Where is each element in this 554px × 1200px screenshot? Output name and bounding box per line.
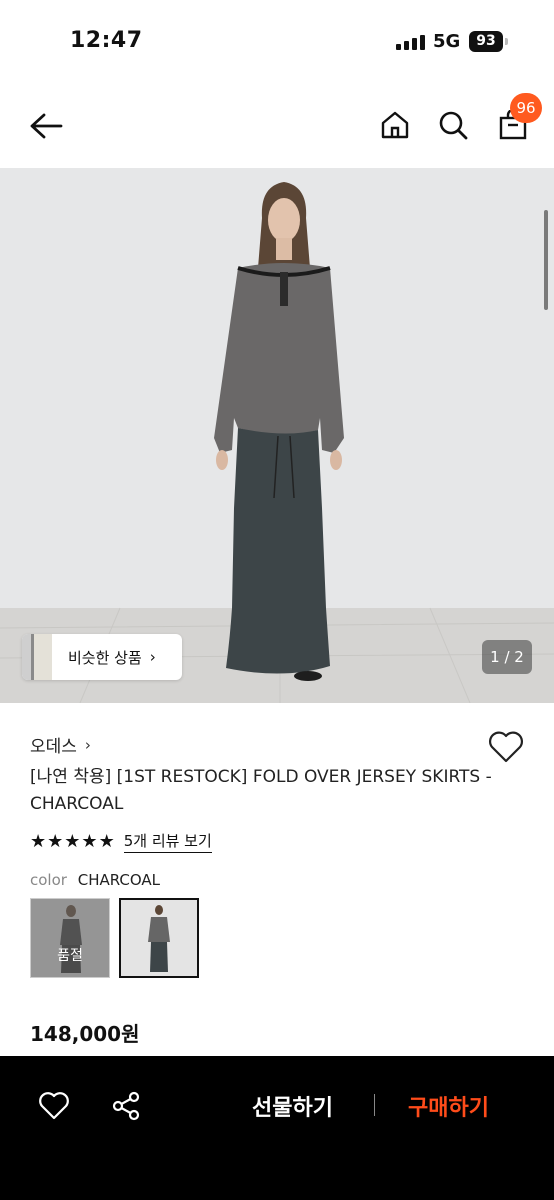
wishlist-bottom-button[interactable] bbox=[38, 1090, 70, 1122]
share-button[interactable] bbox=[110, 1090, 142, 1122]
gift-button[interactable]: 선물하기 bbox=[252, 1090, 333, 1122]
star-icon: ★ bbox=[30, 831, 47, 852]
scroll-indicator[interactable] bbox=[544, 210, 548, 310]
rating-stars: ★ ★ ★ ★ ★ bbox=[30, 831, 116, 852]
wishlist-button[interactable] bbox=[487, 729, 525, 765]
network-type: 5G bbox=[433, 31, 461, 52]
heart-icon bbox=[489, 731, 523, 763]
cart-count-badge: 96 bbox=[510, 93, 542, 123]
chevron-right-icon: › bbox=[84, 735, 91, 754]
review-link[interactable]: 5개 리뷰 보기 bbox=[123, 830, 212, 853]
rating-row: ★ ★ ★ ★ ★ 5개 리뷰 보기 bbox=[30, 830, 212, 853]
star-icon: ★ bbox=[64, 831, 81, 852]
brand-link[interactable]: 오데스 › bbox=[30, 732, 91, 758]
bottom-action-bar: 선물하기 구매하기 bbox=[0, 1056, 554, 1200]
color-value: CHARCOAL bbox=[77, 871, 161, 889]
image-page-indicator: 1 / 2 bbox=[482, 640, 532, 674]
similar-products-button[interactable]: 비슷한 상품 › bbox=[22, 634, 182, 680]
buy-button[interactable]: 구매하기 bbox=[408, 1090, 489, 1122]
battery-tip bbox=[505, 38, 508, 45]
star-icon: ★ bbox=[47, 831, 64, 852]
heart-icon bbox=[39, 1092, 69, 1120]
color-swatch-soldout[interactable]: 품절 bbox=[30, 898, 110, 978]
similar-product-thumbnail bbox=[22, 634, 52, 680]
star-icon: ★ bbox=[98, 831, 115, 852]
divider bbox=[374, 1094, 375, 1116]
back-button[interactable] bbox=[24, 104, 68, 148]
similar-products-label: 비슷한 상품 bbox=[68, 648, 142, 667]
product-image[interactable]: 비슷한 상품 › 1 / 2 bbox=[0, 168, 554, 703]
battery-icon: 93 bbox=[469, 31, 503, 52]
color-swatch-selected[interactable] bbox=[119, 898, 199, 978]
signal-icon bbox=[396, 34, 426, 50]
arrow-left-icon bbox=[30, 113, 63, 139]
soldout-label: 품절 bbox=[57, 948, 83, 964]
app-header bbox=[0, 84, 554, 168]
status-bar: 12:47 5G 93 bbox=[0, 0, 554, 84]
swatch-photo bbox=[121, 900, 197, 976]
product-title: [나연 착용] [1ST RESTOCK] FOLD OVER JERSEY S… bbox=[30, 767, 492, 814]
home-button[interactable] bbox=[374, 104, 416, 146]
search-icon bbox=[439, 111, 468, 140]
status-time: 12:47 bbox=[70, 28, 143, 53]
soldout-overlay bbox=[31, 899, 109, 977]
home-icon bbox=[381, 111, 409, 139]
star-icon: ★ bbox=[81, 831, 98, 852]
chevron-right-icon: › bbox=[149, 648, 156, 666]
brand-name: 오데스 bbox=[30, 737, 77, 757]
color-row: color CHARCOAL bbox=[30, 871, 160, 889]
color-label: color bbox=[30, 871, 67, 889]
search-button[interactable] bbox=[432, 104, 474, 146]
model-photo bbox=[0, 168, 554, 703]
share-icon bbox=[112, 1091, 140, 1121]
product-price: 148,000원 bbox=[30, 1022, 140, 1046]
